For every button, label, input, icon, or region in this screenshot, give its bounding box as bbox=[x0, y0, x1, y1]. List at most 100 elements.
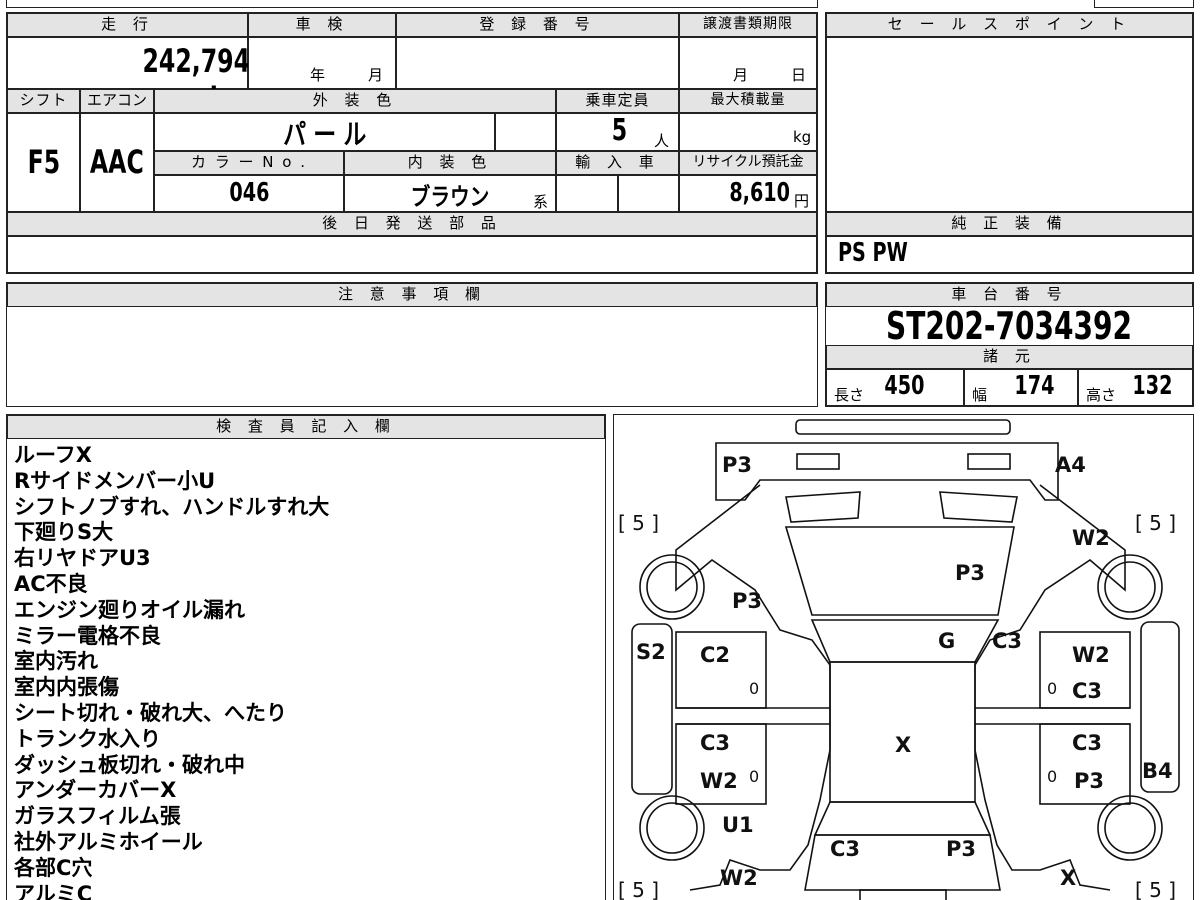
inspector-note: 右リヤドアU3 bbox=[14, 546, 151, 571]
top-strip bbox=[6, 0, 818, 8]
capacity-header: 乗車定員 bbox=[556, 89, 679, 113]
mark-rear-left: P3 bbox=[722, 453, 752, 477]
import-cell-b bbox=[618, 175, 679, 212]
mark-left-front-door-c: C3 bbox=[700, 731, 730, 755]
inspector-note: ルーフX bbox=[14, 443, 92, 467]
color-no-header: カ ラ ー N o . bbox=[154, 151, 344, 175]
import-header: 輸 入 車 bbox=[556, 151, 679, 175]
shift-value: F5 bbox=[27, 143, 60, 181]
mark-left-front-door-w: W2 bbox=[700, 769, 738, 793]
mark-lrd-zero: 0 bbox=[749, 679, 759, 698]
registration-cell bbox=[396, 37, 679, 89]
height-value: 132 bbox=[1132, 371, 1173, 401]
sales-point-header: セ ー ル ス ポ イ ン ト bbox=[826, 13, 1193, 37]
inspector-note: 下廻りS大 bbox=[14, 520, 114, 545]
maxload-unit: kg bbox=[793, 128, 812, 146]
tire-count-bottom-right: [ 5 ] bbox=[1135, 878, 1176, 900]
inspector-note: 各部C穴 bbox=[14, 855, 93, 880]
mark-hood-p: P3 bbox=[946, 837, 976, 861]
notes-header: 注 意 事 項 欄 bbox=[7, 283, 817, 307]
genuine-equipment-header: 純 正 装 備 bbox=[826, 212, 1193, 236]
mark-right-front-door-c: C3 bbox=[1072, 731, 1102, 755]
mark-front-left: W2 bbox=[720, 866, 758, 890]
mark-right-sill: B4 bbox=[1142, 759, 1173, 783]
mark-trunk: P3 bbox=[955, 561, 985, 585]
mark-left-quarter: P3 bbox=[732, 589, 762, 613]
aircon-header: エアコン bbox=[80, 89, 154, 113]
mark-rear-glass: G bbox=[938, 629, 955, 653]
inspector-note: ミラー電格不良 bbox=[14, 623, 161, 648]
inspector-note: アンダーカバーX bbox=[14, 778, 177, 803]
capacity-unit: 人 bbox=[654, 132, 670, 150]
registration-header: 登 録 番 号 bbox=[396, 13, 679, 37]
inspector-note: エンジン廻りオイル漏れ bbox=[14, 597, 245, 622]
mark-left-rear-door: C2 bbox=[700, 643, 730, 667]
tire-count-top-right: [ 5 ] bbox=[1135, 511, 1176, 535]
inspector-notes: ルーフX Rサイドメンバー小U シフトノブすれ、ハンドルすれ大 下廻りS大 右リ… bbox=[14, 443, 329, 900]
car-diagram: [ 5 ] [ 5 ] [ 5 ] [ 5 ] P3 A4 W2 P3 P3 G… bbox=[618, 419, 1180, 900]
inspector-note: 社外アルミホイール bbox=[14, 829, 203, 854]
inspector-note: ガラスフィルム張 bbox=[14, 804, 181, 829]
mark-hood-c: C3 bbox=[830, 837, 860, 861]
mark-roof: X bbox=[895, 733, 911, 757]
mark-rfd-zero: 0 bbox=[1047, 767, 1057, 786]
inspector-note: ダッシュ板切れ・破れ中 bbox=[14, 752, 245, 777]
transfer-day-label: 日 bbox=[791, 66, 807, 84]
later-parts-cell bbox=[7, 236, 817, 273]
specs-header: 諸 元 bbox=[826, 345, 1193, 369]
inspector-note: アルミC bbox=[14, 881, 93, 900]
inspection-year-label: 年 bbox=[310, 66, 326, 84]
chassis-value: ST202-7034392 bbox=[886, 304, 1133, 348]
mark-rrd-zero: 0 bbox=[1047, 679, 1057, 698]
capacity-value: 5 bbox=[611, 113, 628, 148]
inspector-note: トランク水入り bbox=[14, 726, 161, 751]
interior-value: ブラウン bbox=[410, 183, 490, 211]
shift-header: シフト bbox=[7, 89, 80, 113]
tire-count-bottom-left: [ 5 ] bbox=[618, 878, 659, 900]
exterior-extra-cell bbox=[495, 113, 556, 151]
mark-lfd-zero: 0 bbox=[749, 767, 759, 786]
color-no-value: 046 bbox=[228, 178, 270, 208]
interior-suffix: 系 bbox=[533, 193, 549, 211]
inspector-note: AC不良 bbox=[14, 571, 88, 596]
inspector-note: 室内内張傷 bbox=[14, 675, 119, 700]
top-strip-right bbox=[1094, 0, 1194, 8]
exterior-header: 外 装 色 bbox=[154, 89, 556, 113]
transfer-header: 譲渡書類期限 bbox=[679, 13, 817, 37]
recycle-unit: 円 bbox=[794, 192, 810, 210]
length-label: 長さ bbox=[834, 386, 865, 404]
mark-left-sill: S2 bbox=[636, 640, 666, 664]
sales-point-cell bbox=[826, 37, 1193, 212]
mark-right-quarter: W2 bbox=[1072, 526, 1110, 550]
mark-left-fender: U1 bbox=[722, 813, 754, 837]
length-value: 450 bbox=[884, 371, 925, 401]
mark-right-rear-door-w: W2 bbox=[1072, 643, 1110, 667]
inspector-note: Rサイドメンバー小U bbox=[14, 468, 216, 493]
aircon-value: AAC bbox=[90, 143, 144, 181]
mark-rear-right: A4 bbox=[1055, 453, 1086, 477]
recycle-header: リサイクル預託金 bbox=[679, 151, 817, 175]
width-label: 幅 bbox=[972, 386, 988, 404]
mark-right-rear-door-c: C3 bbox=[1072, 679, 1102, 703]
width-value: 174 bbox=[1014, 371, 1055, 401]
height-label: 高さ bbox=[1086, 386, 1117, 404]
recycle-value: 8,610 bbox=[729, 178, 790, 208]
transfer-month-label: 月 bbox=[733, 66, 749, 84]
genuine-equipment-value: PS PW bbox=[838, 238, 908, 268]
inspector-note: シフトノブすれ、ハンドルすれ大 bbox=[14, 494, 330, 519]
inspector-note: シート切れ・破れ大、へたり bbox=[14, 700, 287, 725]
exterior-value: パ ー ル bbox=[282, 118, 367, 151]
mark-right-pillar: C3 bbox=[992, 629, 1022, 653]
mark-front-right: X bbox=[1060, 866, 1076, 890]
later-parts-header: 後 日 発 送 部 品 bbox=[7, 212, 817, 236]
mileage-header: 走 行 bbox=[7, 13, 248, 37]
mark-right-front-door-p: P3 bbox=[1074, 769, 1104, 793]
import-cell-a bbox=[556, 175, 618, 212]
inspection-header: 車 検 bbox=[248, 13, 396, 37]
inspector-note: 室内汚れ bbox=[14, 649, 98, 674]
tire-count-top-left: [ 5 ] bbox=[618, 511, 659, 535]
inspector-header: 検 査 員 記 入 欄 bbox=[7, 415, 605, 439]
maxload-header: 最大積載量 bbox=[679, 89, 817, 113]
interior-header: 内 装 色 bbox=[344, 151, 556, 175]
inspection-month-label: 月 bbox=[368, 66, 384, 84]
